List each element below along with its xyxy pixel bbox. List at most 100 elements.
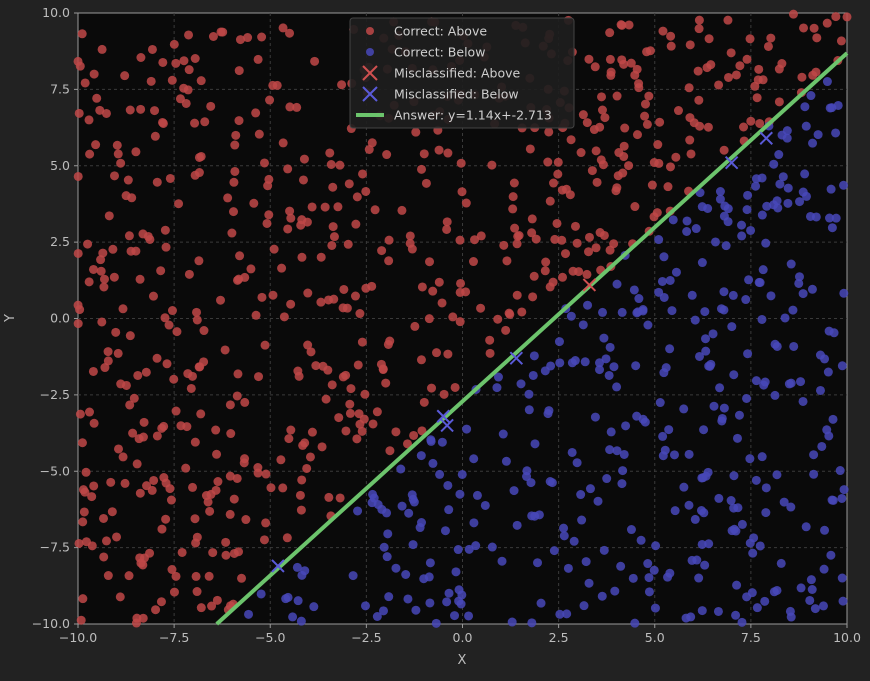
point-correct-above bbox=[592, 177, 602, 187]
point-correct-above bbox=[589, 125, 599, 135]
point-correct-below bbox=[391, 563, 401, 573]
point-correct-above bbox=[160, 225, 170, 235]
point-correct-below bbox=[826, 550, 836, 560]
point-correct-above bbox=[142, 481, 152, 491]
point-correct-below bbox=[800, 102, 810, 112]
point-correct-below bbox=[699, 425, 709, 435]
point-correct-below bbox=[437, 437, 447, 447]
point-correct-above bbox=[259, 158, 269, 168]
point-correct-below bbox=[752, 603, 762, 613]
point-correct-above bbox=[745, 34, 755, 44]
point-correct-below bbox=[798, 187, 808, 197]
point-correct-above bbox=[234, 116, 244, 126]
y-tick-label: 0.0 bbox=[50, 311, 70, 326]
point-correct-below bbox=[577, 515, 587, 525]
point-correct-above bbox=[191, 571, 201, 581]
point-correct-above bbox=[138, 229, 148, 239]
point-correct-below bbox=[742, 205, 752, 215]
point-correct-above bbox=[166, 495, 176, 505]
point-correct-above bbox=[619, 152, 629, 162]
point-correct-above bbox=[176, 421, 186, 431]
point-correct-below bbox=[543, 409, 553, 419]
point-correct-below bbox=[731, 610, 741, 620]
point-correct-below bbox=[443, 480, 453, 490]
point-correct-above bbox=[658, 26, 668, 36]
point-correct-below bbox=[737, 220, 747, 230]
point-correct-above bbox=[723, 72, 733, 82]
point-correct-below bbox=[360, 601, 370, 611]
point-correct-above bbox=[777, 59, 787, 69]
point-correct-below bbox=[807, 584, 817, 594]
point-correct-below bbox=[783, 183, 793, 193]
point-correct-below bbox=[650, 603, 660, 613]
point-correct-below bbox=[798, 289, 808, 299]
point-correct-above bbox=[364, 145, 374, 155]
point-correct-above bbox=[194, 256, 204, 266]
point-correct-below bbox=[353, 506, 363, 516]
point-correct-above bbox=[493, 314, 503, 324]
point-correct-below bbox=[559, 523, 569, 533]
point-correct-above bbox=[370, 205, 380, 215]
point-correct-above bbox=[788, 9, 798, 19]
point-correct-below bbox=[618, 466, 628, 476]
point-correct-above bbox=[499, 240, 509, 250]
point-correct-above bbox=[457, 187, 467, 197]
point-correct-above bbox=[640, 99, 650, 109]
y-tick-label: −2.5 bbox=[40, 387, 70, 402]
point-correct-above bbox=[632, 130, 642, 140]
point-correct-above bbox=[570, 221, 580, 231]
point-correct-below bbox=[530, 439, 540, 449]
point-correct-above bbox=[99, 552, 109, 562]
point-correct-above bbox=[642, 47, 652, 57]
point-correct-above bbox=[240, 397, 250, 407]
point-correct-above bbox=[293, 366, 303, 376]
point-correct-above bbox=[231, 130, 241, 140]
point-correct-above bbox=[92, 93, 102, 103]
point-correct-above bbox=[89, 69, 99, 79]
y-tick-label: −5.0 bbox=[40, 463, 70, 478]
point-correct-below bbox=[524, 405, 534, 415]
point-correct-above bbox=[553, 169, 563, 179]
point-correct-above bbox=[261, 518, 271, 528]
point-correct-below bbox=[595, 365, 605, 375]
point-correct-above bbox=[207, 601, 217, 611]
point-correct-above bbox=[147, 44, 157, 54]
point-correct-below bbox=[540, 366, 550, 376]
point-correct-above bbox=[358, 169, 368, 179]
point-correct-below bbox=[670, 506, 680, 516]
point-correct-below bbox=[567, 358, 577, 368]
point-correct-below bbox=[697, 606, 707, 616]
point-correct-below bbox=[293, 596, 303, 606]
point-correct-below bbox=[761, 238, 771, 248]
point-correct-above bbox=[135, 488, 145, 498]
point-correct-below bbox=[529, 351, 539, 361]
point-correct-above bbox=[456, 158, 466, 168]
point-correct-above bbox=[157, 524, 167, 534]
point-correct-below bbox=[717, 413, 727, 423]
point-correct-above bbox=[584, 247, 594, 257]
point-correct-above bbox=[97, 317, 107, 327]
point-correct-above bbox=[118, 304, 128, 314]
point-correct-below bbox=[621, 421, 631, 431]
point-correct-above bbox=[152, 353, 162, 363]
point-correct-below bbox=[383, 529, 393, 539]
point-correct-below bbox=[741, 295, 751, 305]
point-correct-above bbox=[171, 571, 181, 581]
point-correct-above bbox=[605, 28, 615, 38]
point-correct-above bbox=[169, 39, 179, 49]
point-correct-below bbox=[778, 172, 788, 182]
point-correct-below bbox=[801, 121, 811, 131]
point-correct-above bbox=[77, 438, 87, 448]
point-correct-above bbox=[169, 587, 179, 597]
point-correct-above bbox=[456, 278, 466, 288]
point-correct-above bbox=[502, 256, 512, 266]
point-correct-below bbox=[630, 618, 640, 628]
point-correct-above bbox=[544, 127, 554, 137]
point-correct-below bbox=[509, 486, 519, 496]
point-correct-above bbox=[517, 307, 527, 317]
point-correct-below bbox=[654, 235, 664, 245]
point-correct-above bbox=[99, 513, 109, 523]
point-correct-below bbox=[772, 341, 782, 351]
point-correct-below bbox=[396, 464, 406, 474]
point-correct-above bbox=[766, 33, 776, 43]
